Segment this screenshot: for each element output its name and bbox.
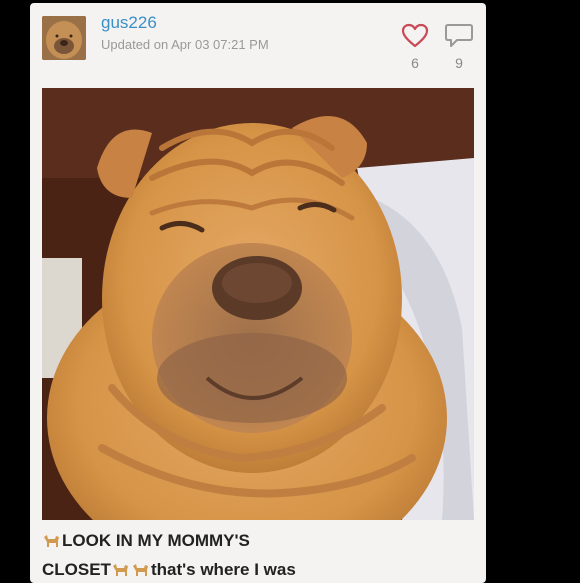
like-count: 6 [411,55,419,71]
comment-count: 9 [455,55,463,71]
speech-bubble-icon [442,23,476,49]
post-caption: LOOK IN MY MOMMY'S CLOSET that's where I… [42,528,478,583]
caption-text-3: that's where I was [150,560,296,579]
post-photo[interactable] [42,88,474,520]
username-link[interactable]: gus226 [101,13,157,33]
comment-button[interactable]: 9 [442,23,476,71]
avatar[interactable] [42,16,86,60]
dog-emoji-icon [42,531,62,557]
updated-timestamp: Updated on Apr 03 07:21 PM [101,37,269,52]
caption-text-2: CLOSET [42,560,111,579]
post-card: gus226 Updated on Apr 03 07:21 PM 6 9 LO… [30,3,486,583]
heart-icon [398,23,432,49]
like-button[interactable]: 6 [398,23,432,71]
caption-text-1: LOOK IN MY MOMMY'S [62,531,250,550]
